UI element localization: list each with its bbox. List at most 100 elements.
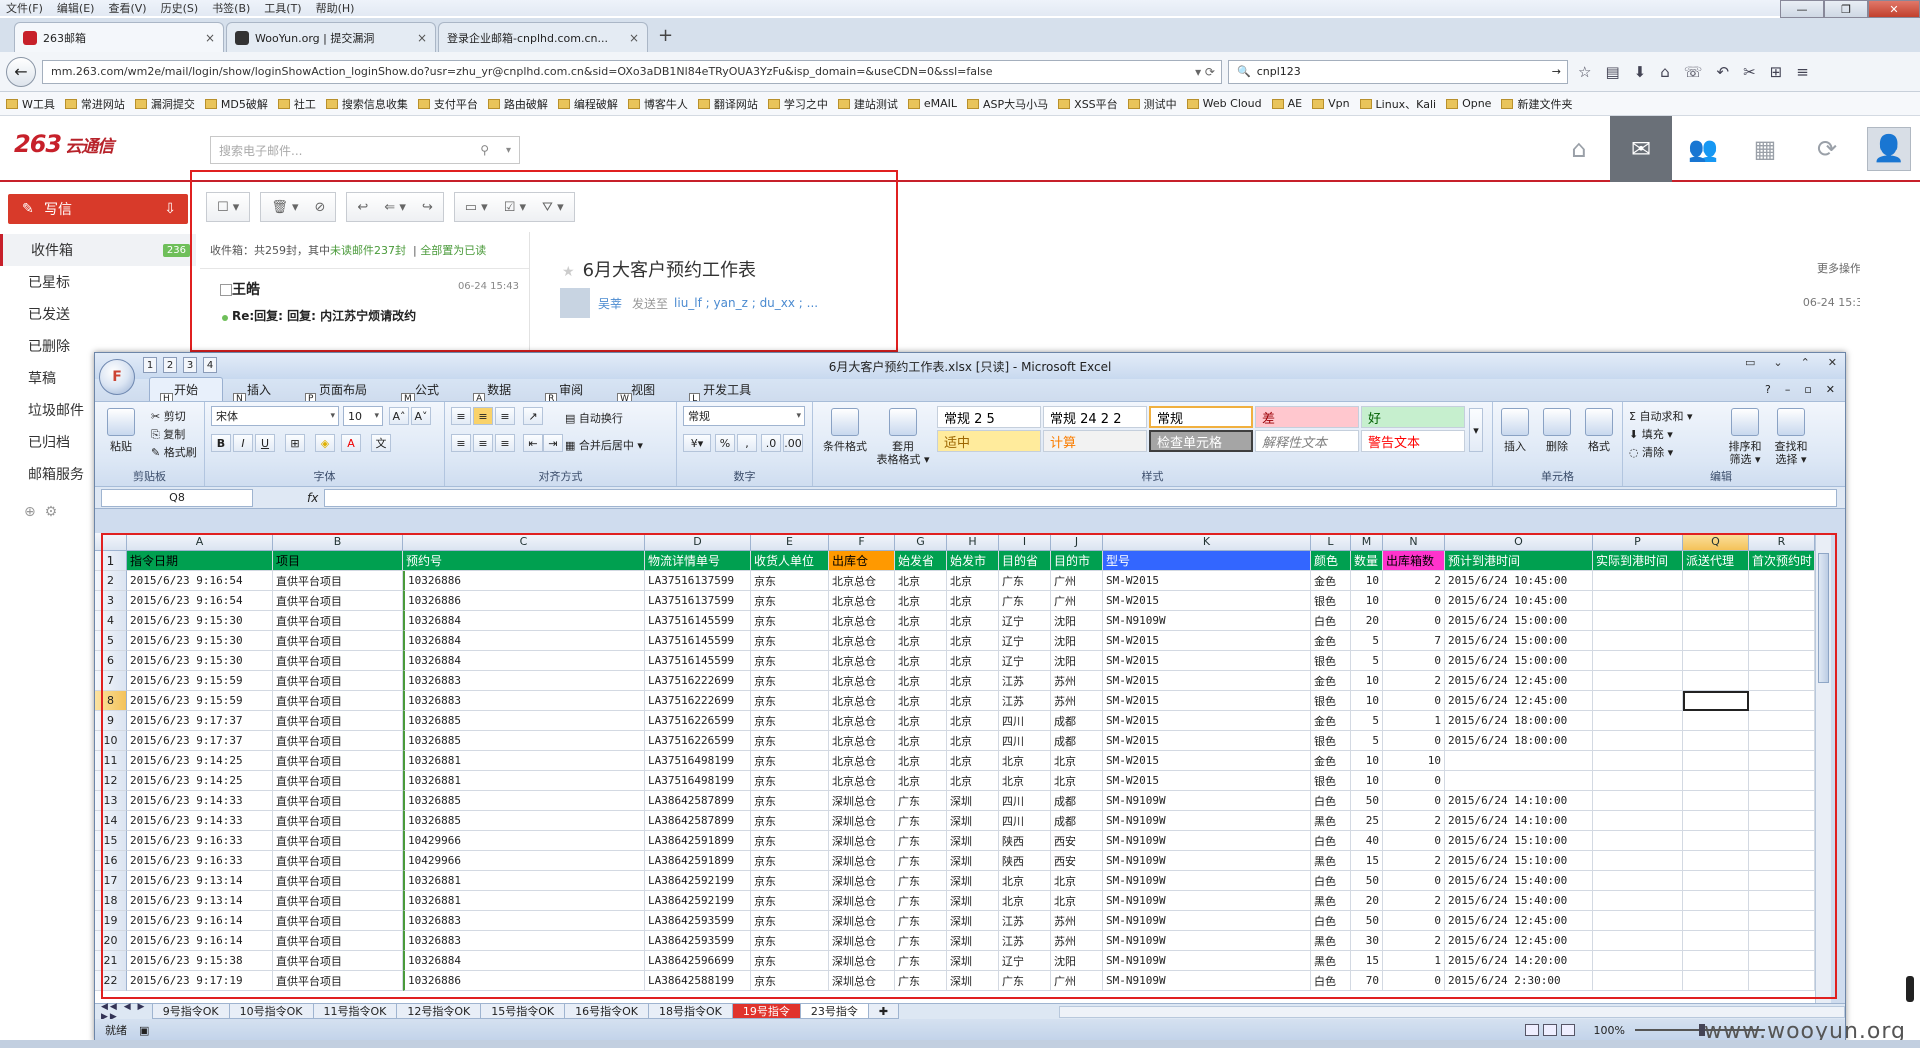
table-cell[interactable]: 2015/6/23 9:13:14 (127, 871, 273, 891)
font-color-icon[interactable]: A (341, 434, 361, 452)
table-cell[interactable] (1683, 691, 1749, 711)
ribbon-tab[interactable]: 插入 N (223, 378, 295, 405)
table-cell[interactable] (1683, 671, 1749, 691)
header-cell[interactable]: 物流详情单号 (645, 551, 751, 571)
table-cell[interactable]: SM-W2015 (1103, 711, 1311, 731)
table-cell[interactable] (1593, 911, 1683, 931)
table-cell[interactable]: LA38642587899 (645, 791, 751, 811)
grow-font-icon[interactable]: A˄ (389, 407, 409, 425)
column-header[interactable]: O (1445, 533, 1593, 551)
table-cell[interactable]: 30 (1351, 931, 1383, 951)
table-cell[interactable] (1593, 571, 1683, 591)
menu-item[interactable]: 文件(F) (6, 0, 43, 16)
folder-item[interactable]: 已星标 (0, 266, 196, 298)
indent-increase-icon[interactable]: ⇥ (543, 434, 563, 452)
table-format-button[interactable]: 套用 表格格式 ▾ (875, 406, 931, 466)
table-cell[interactable]: 深圳 (947, 791, 999, 811)
table-cell[interactable]: 京东 (751, 951, 829, 971)
phonetic-icon[interactable]: 文 (371, 434, 391, 452)
row-number[interactable]: 10 (95, 731, 127, 751)
table-cell[interactable]: 辽宁 (999, 651, 1051, 671)
table-cell[interactable] (1683, 611, 1749, 631)
table-cell[interactable]: 江苏 (999, 691, 1051, 711)
table-cell[interactable]: 25 (1351, 811, 1383, 831)
bookmark-item[interactable]: XSS平台 (1058, 96, 1118, 112)
table-cell[interactable]: 2015/6/23 9:16:33 (127, 851, 273, 871)
table-cell[interactable]: 北京 (895, 751, 947, 771)
table-cell[interactable]: SM-W2015 (1103, 751, 1311, 771)
vertical-scrollbar[interactable] (1815, 533, 1831, 1003)
table-cell[interactable]: 京东 (751, 671, 829, 691)
autosum-button[interactable]: Σ 自动求和 ▾ (1629, 408, 1692, 424)
comma-icon[interactable]: , (737, 434, 757, 452)
table-cell[interactable]: 苏州 (1051, 911, 1103, 931)
close-button[interactable]: ✕ (1828, 356, 1837, 369)
table-cell[interactable]: 5 (1351, 651, 1383, 671)
header-cell[interactable]: 预计到港时间 (1445, 551, 1593, 571)
table-cell[interactable]: 深圳总仓 (829, 831, 895, 851)
column-header[interactable]: F (829, 533, 895, 551)
table-cell[interactable]: 10326886 (403, 571, 645, 591)
table-cell[interactable]: 四川 (999, 711, 1051, 731)
align-top-icon[interactable]: ≡ (451, 407, 471, 425)
table-cell[interactable]: 2015/6/23 9:15:30 (127, 651, 273, 671)
table-cell[interactable]: 北京 (895, 651, 947, 671)
menu-item[interactable]: 查看(V) (108, 0, 146, 16)
table-cell[interactable]: 京东 (751, 871, 829, 891)
menu-item[interactable]: 工具(T) (264, 0, 301, 16)
mark-icon[interactable]: ☑ ▾ (504, 200, 526, 215)
table-cell[interactable]: 深圳总仓 (829, 871, 895, 891)
table-cell[interactable]: 10326881 (403, 891, 645, 911)
table-cell[interactable]: 直供平台项目 (273, 971, 403, 991)
table-cell[interactable]: 2015/6/24 15:00:00 (1445, 611, 1593, 631)
table-cell[interactable]: 5 (1351, 711, 1383, 731)
table-cell[interactable]: 北京 (947, 711, 999, 731)
ribbon-tab[interactable]: 开始 H (149, 377, 224, 405)
calendar-icon[interactable]: ▦ (1734, 116, 1796, 182)
row-number[interactable]: 14 (95, 811, 127, 831)
row-number[interactable]: 12 (95, 771, 127, 791)
browser-tab[interactable]: 登录企业邮箱-cnplhd.com.cn... × (438, 22, 648, 52)
screenshot-icon[interactable]: ✂ (1743, 63, 1756, 81)
table-cell[interactable]: 2 (1383, 811, 1445, 831)
table-cell[interactable]: 京东 (751, 811, 829, 831)
table-cell[interactable]: 深圳总仓 (829, 851, 895, 871)
table-cell[interactable]: 2015/6/23 9:15:30 (127, 631, 273, 651)
paste-button[interactable]: 粘贴 (99, 406, 143, 453)
table-cell[interactable] (1593, 751, 1683, 771)
page-scrollbar[interactable] (1906, 976, 1914, 1002)
table-cell[interactable]: 北京总仓 (829, 691, 895, 711)
table-cell[interactable]: 2 (1383, 671, 1445, 691)
table-cell[interactable]: 2015/6/23 9:15:59 (127, 691, 273, 711)
orientation-icon[interactable]: ↗ (523, 407, 543, 425)
table-cell[interactable] (1593, 691, 1683, 711)
table-cell[interactable]: 苏州 (1051, 691, 1103, 711)
menu-item[interactable]: 帮助(H) (316, 0, 355, 16)
table-cell[interactable]: SM-W2015 (1103, 731, 1311, 751)
table-cell[interactable]: 北京 (947, 571, 999, 591)
table-cell[interactable]: 直供平台项目 (273, 851, 403, 871)
table-cell[interactable]: 2015/6/24 15:10:00 (1445, 851, 1593, 871)
table-cell[interactable]: 直供平台项目 (273, 951, 403, 971)
bookmark-item[interactable]: eMAIL (907, 97, 957, 110)
mail-icon[interactable]: ✉ (1610, 116, 1672, 182)
bookmark-item[interactable]: 建站测试 (837, 96, 898, 112)
row-number[interactable]: 7 (95, 671, 127, 691)
table-cell[interactable]: 广州 (1051, 971, 1103, 991)
table-cell[interactable]: 北京总仓 (829, 751, 895, 771)
table-cell[interactable]: 直供平台项目 (273, 871, 403, 891)
header-cell[interactable]: 出库仓 (829, 551, 895, 571)
table-cell[interactable]: 40 (1351, 831, 1383, 851)
table-cell[interactable] (1593, 671, 1683, 691)
table-cell[interactable]: 10326886 (403, 971, 645, 991)
table-cell[interactable]: 2 (1383, 571, 1445, 591)
table-cell[interactable]: 直供平台项目 (273, 611, 403, 631)
wrap-text-button[interactable]: ▤ 自动换行 (565, 410, 623, 426)
home-icon[interactable]: ⌂ (1548, 116, 1610, 182)
table-cell[interactable]: 广东 (999, 571, 1051, 591)
table-cell[interactable]: 10326886 (403, 591, 645, 611)
table-cell[interactable] (1683, 571, 1749, 591)
table-cell[interactable] (1593, 731, 1683, 751)
table-cell[interactable]: 京东 (751, 931, 829, 951)
table-cell[interactable]: 辽宁 (999, 951, 1051, 971)
